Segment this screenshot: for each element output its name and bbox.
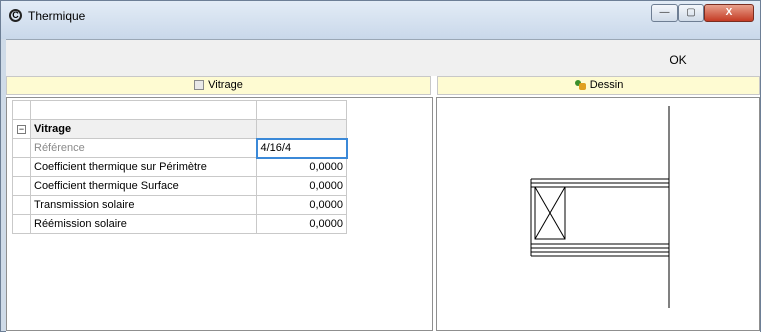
drawing-panel — [436, 97, 760, 331]
property-label: Coefficient thermique Surface — [30, 176, 257, 196]
property-value[interactable]: 0,0000 — [256, 176, 347, 196]
tab-vitrage-label: Vitrage — [208, 79, 243, 91]
property-row[interactable]: Transmission solaire 0,0000 — [12, 195, 347, 215]
property-label: Coefficient thermique sur Périmètre — [30, 157, 257, 177]
maximize-button[interactable]: ▢ — [678, 4, 704, 22]
app-icon: C — [9, 9, 22, 22]
property-label: Réémission solaire — [30, 214, 257, 234]
window-title: Thermique — [28, 9, 86, 23]
drawing-icon — [574, 79, 586, 91]
property-label: Transmission solaire — [30, 195, 257, 215]
property-label: Référence — [30, 138, 257, 158]
property-value[interactable]: 0,0000 — [256, 157, 347, 177]
category-row[interactable]: − Vitrage — [12, 119, 347, 139]
tab-dessin-label: Dessin — [589, 79, 624, 91]
vitrage-icon — [194, 80, 205, 91]
grid-header-cell — [30, 100, 257, 120]
property-grid: − Vitrage Référence 4/16/4 Coefficient t… — [12, 100, 348, 234]
minimize-button[interactable]: — — [651, 4, 678, 22]
tab-vitrage[interactable]: Vitrage — [6, 76, 431, 95]
property-row[interactable]: Coefficient thermique Surface 0,0000 — [12, 176, 347, 196]
ok-button[interactable]: OK — [636, 50, 720, 70]
minus-icon[interactable]: − — [17, 125, 26, 134]
property-row[interactable]: Référence 4/16/4 — [12, 137, 348, 159]
ok-bar: OK — [6, 40, 760, 76]
property-row[interactable]: Réémission solaire 0,0000 — [12, 214, 347, 234]
tab-dessin[interactable]: Dessin — [437, 76, 760, 95]
thermique-window: C Thermique — ▢ X OK Vitrage Dessin − Vi… — [0, 0, 761, 332]
grid-header-row — [12, 100, 347, 120]
grid-header-cell — [12, 100, 31, 120]
close-button[interactable]: X — [704, 4, 754, 22]
property-grid-panel: − Vitrage Référence 4/16/4 Coefficient t… — [6, 97, 433, 331]
reference-input[interactable]: 4/16/4 — [255, 137, 348, 159]
category-label: Vitrage — [30, 119, 257, 139]
property-row[interactable]: Coefficient thermique sur Périmètre 0,00… — [12, 157, 347, 177]
collapse-toggle[interactable]: − — [12, 119, 31, 139]
glazing-section-drawing — [530, 106, 670, 308]
title-bar[interactable]: C Thermique — ▢ X — [1, 1, 760, 39]
client-area: OK Vitrage Dessin − Vitrage Référence 4/… — [6, 39, 760, 332]
property-value[interactable]: 0,0000 — [256, 214, 347, 234]
grid-header-cell — [256, 100, 347, 120]
tab-bar: Vitrage Dessin — [6, 76, 760, 96]
glazing-profile — [530, 178, 669, 257]
category-value — [256, 119, 347, 139]
property-value[interactable]: 0,0000 — [256, 195, 347, 215]
